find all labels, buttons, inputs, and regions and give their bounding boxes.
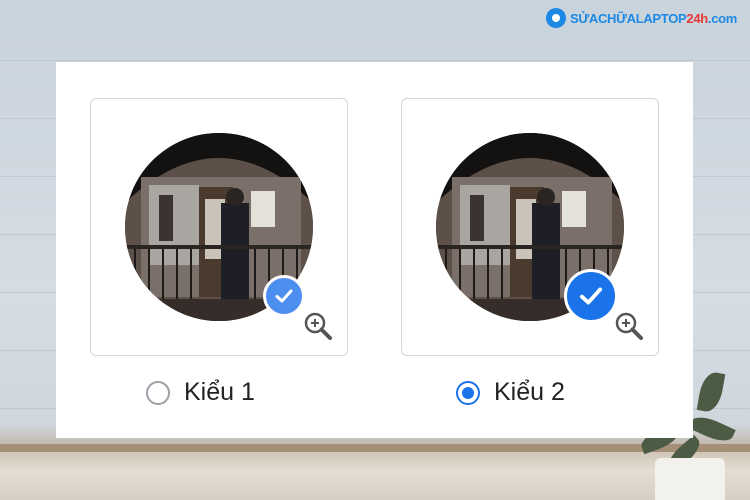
wall-plank [0,60,750,61]
checkmark-icon [564,269,618,323]
radio-checked-icon[interactable] [456,380,480,405]
avatar-style-card-2[interactable] [401,98,659,356]
zoom-in-icon[interactable] [303,311,333,341]
option-label: Kiểu 1 [184,378,255,406]
option-style-1[interactable]: Kiểu 1 [146,378,255,407]
floor [0,452,750,500]
option-style-2[interactable]: Kiểu 2 [456,378,565,407]
avatar-style-panel: Kiểu 1 Kiểu 2 [56,62,693,438]
zoom-in-icon[interactable] [614,311,644,341]
logo-text-accent: 24h [686,10,708,26]
logo-text-main: SỬACHỮALAPTOP [570,10,687,26]
site-logo: SỬACHỮALAPTOP24h.com [546,8,737,28]
gear-icon [546,8,566,28]
radio-unchecked-icon[interactable] [146,380,170,405]
logo-text: SỬACHỮALAPTOP24h.com [570,11,737,26]
checkmark-icon [263,275,305,317]
avatar-style-card-1[interactable] [90,98,348,356]
option-label: Kiểu 2 [494,378,565,406]
logo-text-domain: .com [707,10,738,26]
